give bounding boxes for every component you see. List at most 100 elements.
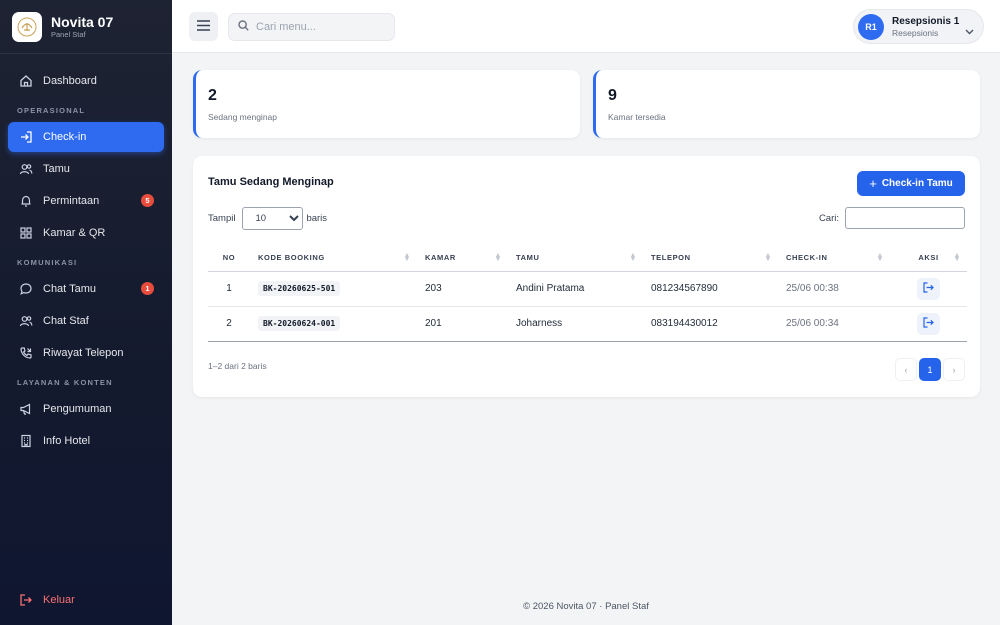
column-header-kode-booking[interactable]: KODE BOOKING ▲ ▼: [250, 245, 417, 272]
show-label: Tampil: [208, 213, 236, 224]
sidebar-item-tamu[interactable]: Tamu: [8, 154, 164, 184]
sidebar-item-chat-staf[interactable]: Chat Staf: [8, 306, 164, 336]
sidebar-item-kamar[interactable]: Kamar & QR: [8, 218, 164, 248]
bell-icon: [18, 193, 34, 209]
menu-toggle-button[interactable]: [189, 12, 218, 41]
page-length-select[interactable]: 10: [242, 207, 304, 230]
grid-icon: [18, 225, 34, 241]
button-label: Check-in Tamu: [881, 178, 953, 189]
logout-button[interactable]: Keluar: [8, 589, 75, 611]
rows-label: baris: [306, 213, 328, 224]
checkin-guest-button[interactable]: + Check-in Tamu: [857, 171, 965, 196]
brand[interactable]: Novita 07 Panel Staf: [0, 0, 172, 54]
chat-tamu-count-badge: 1: [141, 282, 154, 295]
guests-card: Tamu Sedang Menginap + Check-in Tamu Tam…: [193, 156, 980, 397]
column-header-no[interactable]: NO: [208, 245, 250, 272]
user-name: Resepsionis 1: [892, 15, 960, 27]
logout-label: Keluar: [43, 594, 75, 606]
login-icon: [18, 129, 34, 145]
sort-icon: ▲ ▼: [953, 252, 961, 263]
cell-room: 201: [417, 306, 508, 342]
cell-guest: Andini Pratama: [508, 271, 643, 307]
sidebar-item-label: Chat Tamu: [43, 283, 96, 295]
sidebar-item-label: Pengumuman: [43, 403, 112, 415]
booking-code: BK-20260624-001: [258, 316, 341, 331]
pagination-prev-button[interactable]: ‹: [895, 358, 917, 381]
section-layanan: LAYANAN & KONTEN: [17, 378, 113, 387]
column-header-tamu[interactable]: TAMU ▲ ▼: [508, 245, 643, 272]
checkout-button[interactable]: [917, 312, 940, 335]
column-header-kamar[interactable]: KAMAR ▲ ▼: [417, 245, 508, 272]
logout-icon: [18, 592, 34, 608]
table-row: 2 BK-20260624-001 201 Joharness 08319443…: [208, 306, 967, 342]
sort-icon: ▲ ▼: [494, 252, 502, 263]
column-header-aksi[interactable]: AKSI ▲ ▼: [890, 245, 967, 272]
cell-action: [890, 271, 967, 307]
chevron-down-icon: [965, 22, 974, 40]
stat-value: 2: [208, 87, 217, 104]
avatar: R1: [858, 13, 884, 40]
cell-no: 2: [208, 306, 250, 342]
home-icon: [18, 73, 34, 89]
stat-card-available: 9 Kamar tersedia: [593, 70, 980, 138]
table-search-label: Cari:: [818, 212, 839, 224]
permintaan-count-badge: 5: [141, 194, 154, 207]
sidebar: Novita 07 Panel Staf Dashboard OPERASION…: [0, 0, 172, 625]
cell-booking-code: BK-20260624-001: [250, 306, 417, 342]
search-input[interactable]: [256, 21, 386, 33]
plus-icon: +: [869, 175, 877, 191]
sidebar-item-label: Chat Staf: [43, 315, 89, 327]
cell-room: 203: [417, 271, 508, 307]
cell-checkin: 25/06 00:38: [778, 271, 890, 307]
topbar: R1 Resepsionis 1 Resepsionis: [172, 0, 1000, 53]
stat-label: Sedang menginap: [208, 112, 278, 122]
cell-guest: Joharness: [508, 306, 643, 342]
table-row: 1 BK-20260625-501 203 Andini Pratama 081…: [208, 271, 967, 307]
column-header-checkin[interactable]: CHECK-IN ▲ ▼: [778, 245, 890, 272]
sidebar-item-permintaan[interactable]: Permintaan 5: [8, 186, 164, 216]
phone-icon: [18, 345, 34, 361]
sidebar-item-dashboard[interactable]: Dashboard: [8, 66, 164, 96]
user-menu[interactable]: R1 Resepsionis 1 Resepsionis: [853, 9, 984, 44]
sidebar-nav: Dashboard OPERASIONAL Check-in Tamu Perm…: [0, 54, 172, 456]
sidebar-item-pengumuman[interactable]: Pengumuman: [8, 394, 164, 424]
stat-label: Kamar tersedia: [608, 112, 666, 122]
users-icon: [18, 313, 34, 329]
chat-bubble-icon: [18, 281, 34, 297]
stat-value: 9: [608, 87, 617, 104]
hotel-logo: [12, 11, 42, 42]
sidebar-item-info-hotel[interactable]: Info Hotel: [8, 426, 164, 456]
column-header-telepon[interactable]: TELEPON ▲ ▼: [643, 245, 778, 272]
sidebar-item-label: Check-in: [43, 131, 87, 143]
brand-name: Novita 07: [51, 13, 114, 30]
section-operasional: OPERASIONAL: [17, 106, 86, 115]
hamburger-icon: [197, 18, 210, 36]
sidebar-item-checkin[interactable]: Check-in: [8, 122, 164, 152]
pagination-next-button[interactable]: ›: [943, 358, 965, 381]
sidebar-item-label: Riwayat Telepon: [43, 347, 124, 359]
sidebar-item-label: Dashboard: [43, 75, 97, 87]
pagination: ‹ 1 ›: [893, 358, 965, 381]
cell-phone: 083194430012: [643, 306, 778, 342]
cell-no: 1: [208, 271, 250, 307]
cell-phone: 081234567890: [643, 271, 778, 307]
user-role: Resepsionis: [892, 27, 939, 38]
sidebar-item-label: Tamu: [43, 163, 70, 175]
table-search-input[interactable]: [845, 207, 965, 229]
card-title: Tamu Sedang Menginap: [208, 176, 334, 188]
footer: © 2026 Novita 07 · Panel Staf: [523, 601, 649, 612]
checkout-button[interactable]: [917, 277, 940, 300]
cell-booking-code: BK-20260625-501: [250, 271, 417, 307]
guests-table: NO KODE BOOKING ▲ ▼ KAMAR ▲ ▼ TAMU ▲ ▼ TELEPON…: [208, 245, 967, 342]
sort-icon: ▲ ▼: [764, 252, 772, 263]
table-info: 1–2 dari 2 baris: [208, 361, 267, 371]
sidebar-item-riwayat-telepon[interactable]: Riwayat Telepon: [8, 338, 164, 368]
sort-icon: ▲ ▼: [403, 252, 411, 263]
sidebar-item-chat-tamu[interactable]: Chat Tamu 1: [8, 274, 164, 304]
users-icon: [18, 161, 34, 177]
sort-icon: ▲ ▼: [876, 252, 884, 263]
sidebar-item-label: Permintaan: [43, 195, 100, 207]
cell-action: [890, 306, 967, 342]
megaphone-icon: [18, 401, 34, 417]
pagination-page-1[interactable]: 1: [919, 358, 941, 381]
